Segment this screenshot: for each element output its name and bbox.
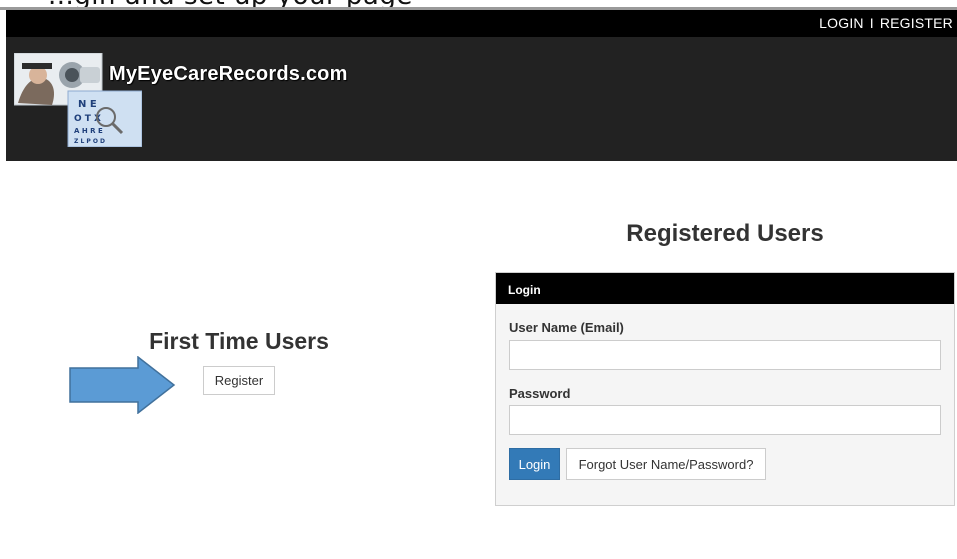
right-arrow-icon xyxy=(69,356,176,414)
username-input[interactable] xyxy=(509,340,941,370)
username-label: User Name (Email) xyxy=(509,320,624,335)
login-button[interactable]: Login xyxy=(509,448,560,480)
svg-text:N E: N E xyxy=(78,99,97,110)
registered-users-heading: Registered Users xyxy=(626,220,824,247)
auth-links-separator: I xyxy=(869,15,874,31)
password-label: Password xyxy=(509,386,571,401)
svg-text:A H R E: A H R E xyxy=(74,127,103,135)
cutoff-heading-strip: ...gin and set up your page xyxy=(0,0,957,10)
login-link[interactable]: LOGIN xyxy=(819,15,864,31)
login-panel-heading: Login xyxy=(496,273,954,304)
password-input[interactable] xyxy=(509,405,941,435)
forgot-credentials-button[interactable]: Forgot User Name/Password? xyxy=(566,448,766,480)
svg-text:Z L P O D: Z L P O D xyxy=(74,138,105,145)
site-banner: N E O T X A H R E Z L P O D MyEyeCareRec… xyxy=(6,37,957,161)
top-nav-bar: LOGIN I REGISTER xyxy=(6,10,957,37)
login-panel: Login User Name (Email) Password Login F… xyxy=(495,272,955,506)
auth-links: LOGIN I REGISTER xyxy=(819,15,953,31)
site-title[interactable]: MyEyeCareRecords.com xyxy=(109,63,348,86)
first-time-users-heading: First Time Users xyxy=(149,328,329,354)
register-button[interactable]: Register xyxy=(203,366,275,395)
register-link[interactable]: REGISTER xyxy=(880,15,953,31)
